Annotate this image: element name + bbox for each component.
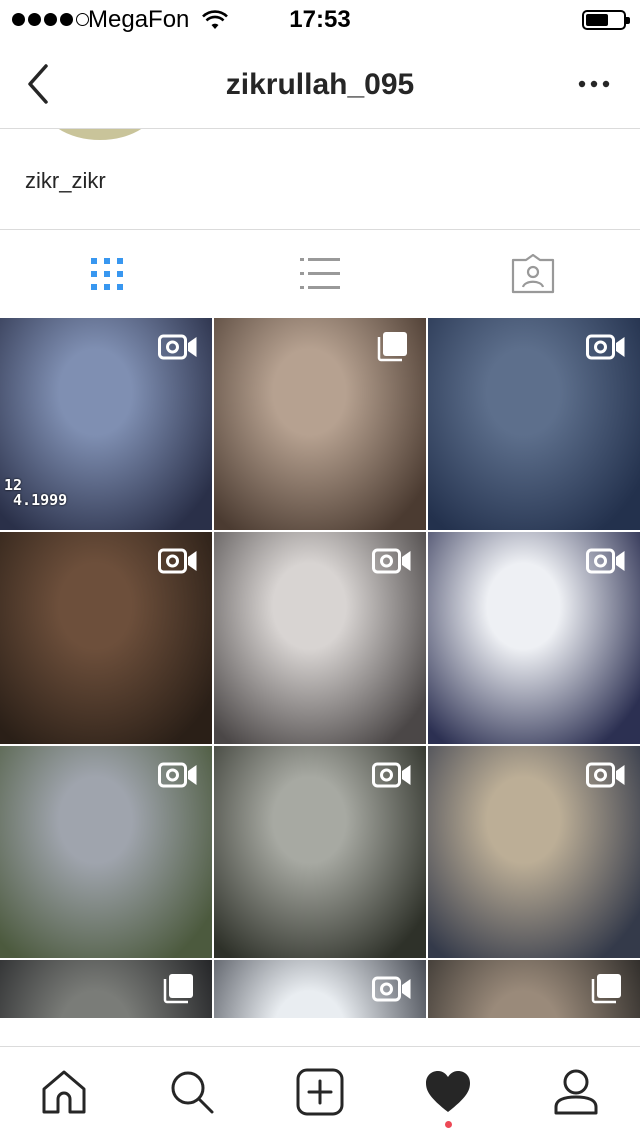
video-icon: [158, 760, 198, 790]
tab-grid[interactable]: [0, 230, 213, 318]
nav-activity[interactable]: [384, 1047, 512, 1137]
search-icon: [171, 1071, 214, 1114]
profile-bio-name: zikr_zikr: [25, 168, 106, 193]
tab-tagged[interactable]: [426, 230, 639, 318]
clock: 17:53: [289, 6, 351, 33]
post-thumbnail[interactable]: [0, 746, 212, 958]
tagged-photos-icon: [511, 254, 554, 294]
post-grid: 12 4.1999: [0, 318, 640, 1018]
post-thumbnail[interactable]: [428, 960, 640, 1018]
post-thumbnail[interactable]: [214, 532, 426, 744]
video-icon: [158, 332, 198, 362]
bottom-tab-bar: [0, 1046, 640, 1137]
post-thumbnail[interactable]: [428, 746, 640, 958]
post-thumbnail[interactable]: [214, 746, 426, 958]
battery-icon: [582, 10, 630, 30]
video-icon: [372, 546, 412, 576]
video-icon: [372, 760, 412, 790]
profile-view-tabs: [0, 230, 640, 318]
nav-profile[interactable]: [512, 1047, 640, 1137]
notification-dot: [445, 1121, 452, 1128]
post-thumbnail[interactable]: [214, 960, 426, 1018]
post-thumbnail[interactable]: [428, 532, 640, 744]
more-options-button[interactable]: [572, 70, 616, 98]
video-date-stamp: 12 4.1999: [4, 476, 68, 509]
navigation-bar: zikrullah_095: [0, 40, 640, 129]
nav-new-post[interactable]: [256, 1047, 384, 1137]
list-icon: [299, 258, 340, 289]
heart-icon: [426, 1071, 470, 1112]
post-thumbnail[interactable]: [0, 960, 212, 1018]
video-icon: [586, 332, 626, 362]
plus-square-icon: [296, 1068, 344, 1116]
tab-list[interactable]: [213, 230, 426, 318]
nav-home[interactable]: [0, 1047, 128, 1137]
post-thumbnail[interactable]: [428, 318, 640, 530]
post-thumbnail[interactable]: [214, 318, 426, 530]
nav-search[interactable]: [128, 1047, 256, 1137]
carousel-icon: [586, 974, 626, 1004]
carousel-icon: [158, 974, 198, 1004]
profile-icon: [554, 1069, 598, 1115]
status-bar: MegaFon 17:53: [0, 0, 640, 40]
video-icon: [586, 546, 626, 576]
home-icon: [42, 1070, 86, 1114]
video-icon: [372, 974, 412, 1004]
carousel-icon: [372, 332, 412, 362]
video-icon: [158, 546, 198, 576]
page-title: zikrullah_095: [225, 68, 415, 101]
ellipsis-icon: [578, 80, 610, 88]
post-thumbnail[interactable]: 12 4.1999: [0, 318, 212, 530]
grid-icon: [90, 258, 123, 290]
video-icon: [586, 760, 626, 790]
post-thumbnail[interactable]: [0, 532, 212, 744]
